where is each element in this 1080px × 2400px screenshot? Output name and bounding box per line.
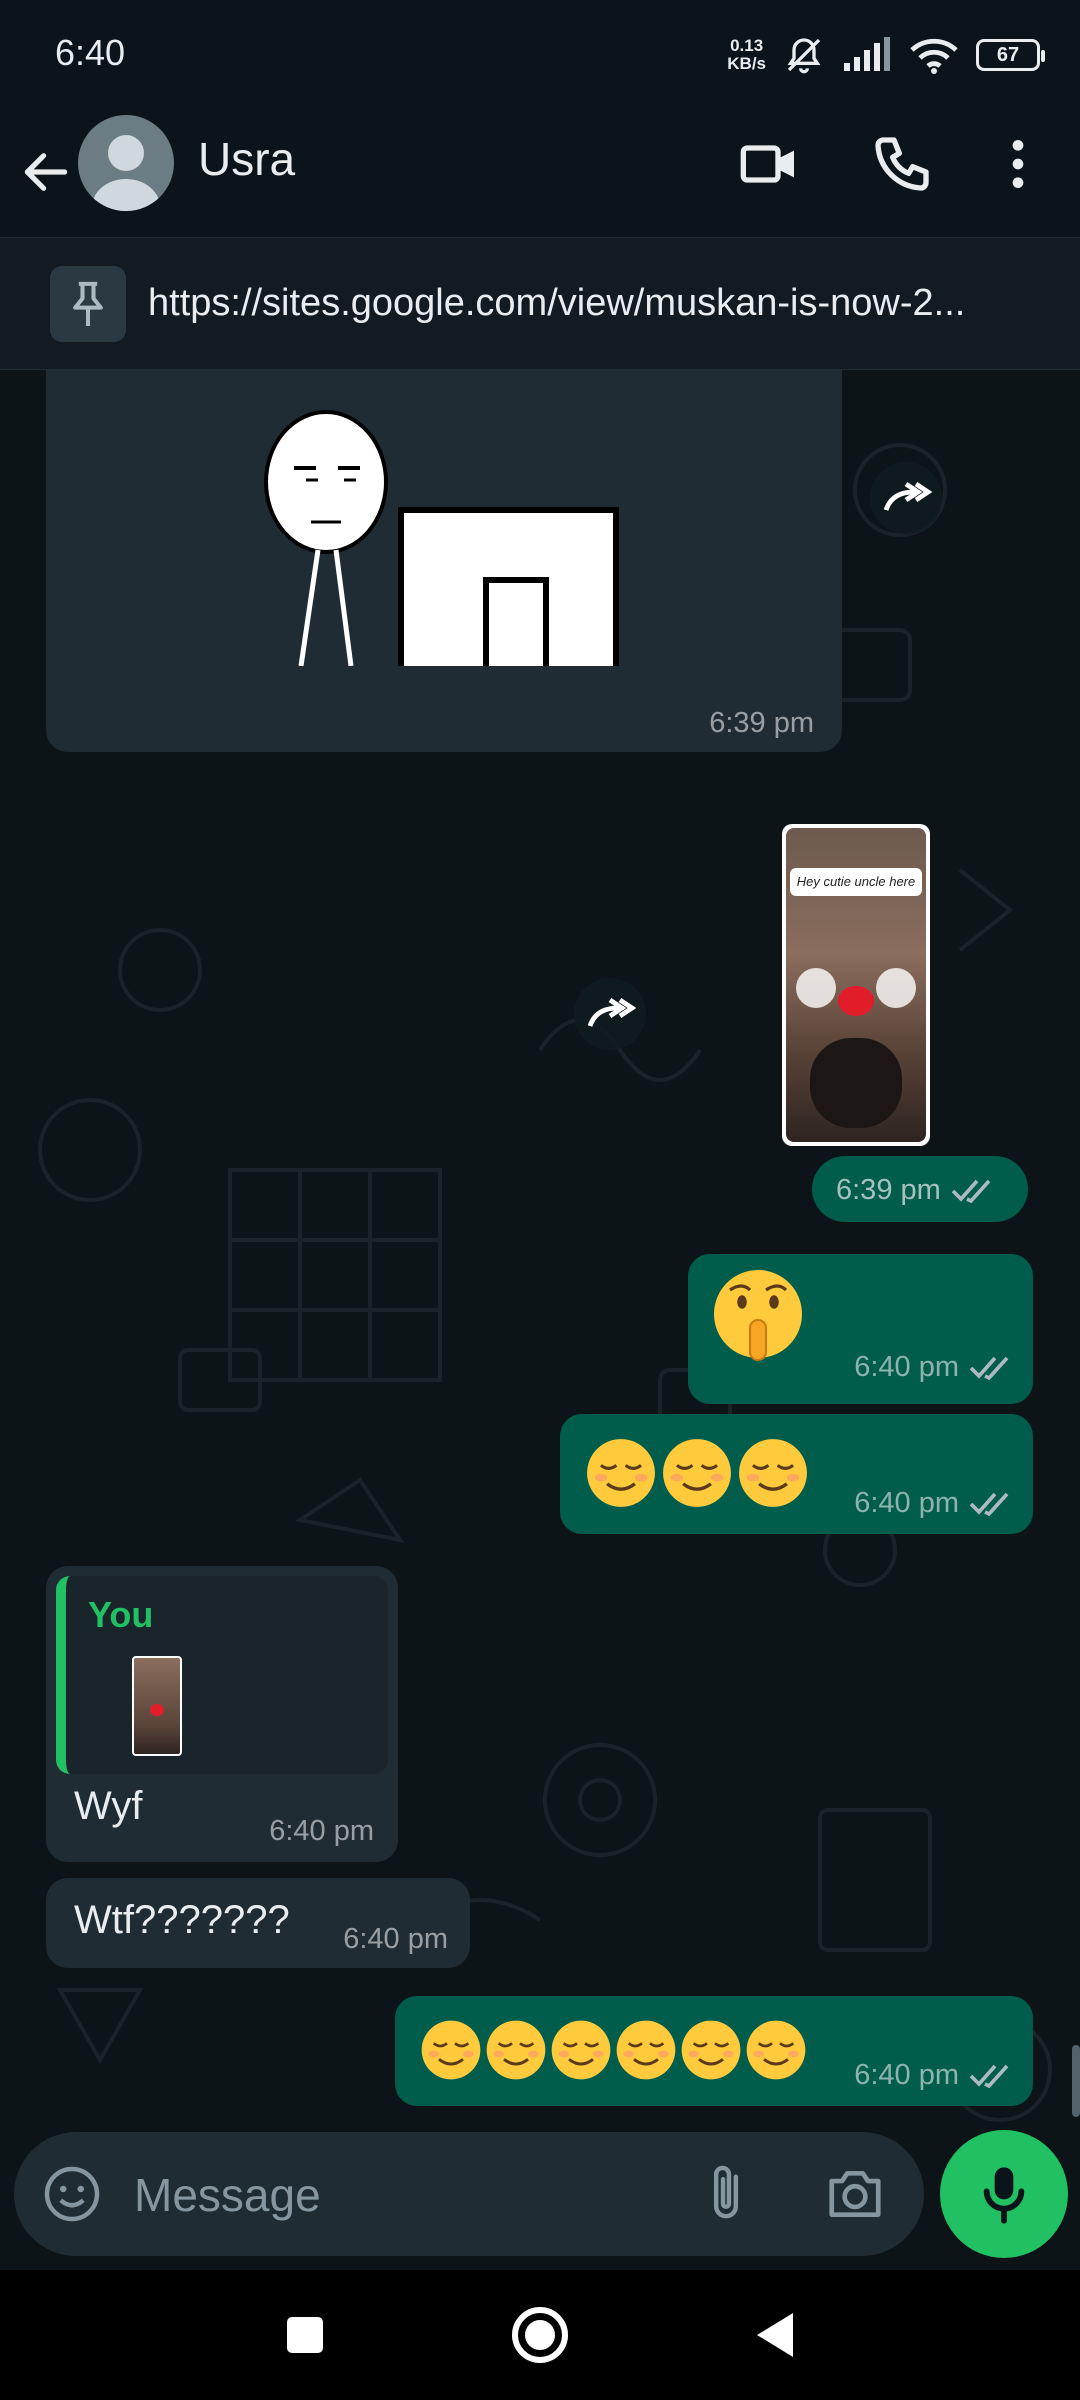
double-tick-icon	[951, 1180, 991, 1204]
sticker-decal	[796, 968, 836, 1008]
signal-icon	[844, 37, 890, 71]
video-call-icon[interactable]	[738, 132, 802, 196]
double-tick-icon	[969, 1357, 1009, 1381]
double-tick-icon	[969, 1493, 1009, 1517]
home-circle-icon	[512, 2307, 568, 2363]
pinned-message-bar[interactable]: https://sites.google.com/view/muskan-is-…	[0, 238, 1080, 370]
clown-nose	[838, 986, 874, 1016]
scrollbar[interactable]	[1072, 2045, 1080, 2117]
battery-indicator: 67	[976, 39, 1045, 71]
incoming-text-message[interactable]: Wtf??????? 6:40 pm	[46, 1878, 470, 1968]
message-time: 6:39 pm	[709, 707, 814, 739]
network-speed: 0.13 KB/s	[727, 36, 766, 73]
attach-icon[interactable]	[700, 2162, 752, 2226]
back-button[interactable]	[740, 2300, 810, 2370]
relieved-face-emoji	[681, 2020, 741, 2080]
meme-image	[256, 390, 676, 666]
voice-call-icon[interactable]	[870, 132, 934, 196]
incoming-image-message[interactable]: 6:39 pm	[46, 370, 842, 752]
relieved-face-emoji	[421, 2020, 481, 2080]
incoming-reply-message[interactable]: You Wyf 6:40 pm	[46, 1566, 398, 1862]
relieved-face-emoji	[587, 1439, 655, 1507]
sticker-caption: Hey cutie uncle here	[790, 868, 922, 896]
message-composer[interactable]: Message	[14, 2132, 924, 2256]
quote-thumbnail	[132, 1656, 182, 1756]
status-time: 6:40	[55, 32, 126, 73]
message-time: 6:40 pm	[854, 1351, 1011, 1384]
status-bar: 6:40 0.13 KB/s 67	[0, 0, 1080, 110]
contact-name[interactable]: Usra	[198, 132, 295, 186]
double-tick-icon	[969, 2065, 1009, 2089]
message-time: 6:39 pm	[836, 1174, 993, 1207]
message-text: Wtf???????	[74, 1898, 290, 1942]
wifi-icon	[910, 38, 958, 74]
more-options-icon[interactable]	[986, 132, 1050, 196]
quoted-message[interactable]: You	[56, 1576, 388, 1774]
chat-header: Usra	[0, 110, 1080, 238]
forward-icon	[883, 482, 932, 511]
relieved-face-emoji	[616, 2020, 676, 2080]
relieved-face-emoji	[746, 2020, 806, 2080]
clown-nose	[150, 1704, 164, 1716]
sticker-decal	[876, 968, 916, 1008]
message-time: 6:40 pm	[854, 1487, 1011, 1520]
home-button[interactable]	[505, 2300, 575, 2370]
message-input[interactable]: Message	[134, 2168, 321, 2222]
forward-button[interactable]	[574, 978, 646, 1050]
relieved-face-emoji	[486, 2020, 546, 2080]
microphone-icon	[983, 2167, 1025, 2224]
relieved-face-emoji-row	[584, 1436, 814, 1512]
recents-button[interactable]	[270, 2300, 340, 2370]
back-arrow-icon[interactable]	[18, 140, 74, 204]
outgoing-sticker-message[interactable]: Hey cutie uncle here	[782, 824, 930, 1146]
quote-author: You	[88, 1594, 154, 1635]
message-time: 6:40 pm	[343, 1923, 448, 1955]
default-avatar-icon	[92, 135, 160, 211]
emoji-icon[interactable]	[42, 2164, 102, 2224]
message-time: 6:40 pm	[854, 2059, 1011, 2092]
relieved-face-emoji	[739, 1439, 807, 1507]
chat-screen: 6:40 0.13 KB/s 67 Usra https://sites.goo…	[0, 0, 1080, 2400]
camera-icon[interactable]	[824, 2164, 886, 2224]
relieved-face-emoji	[551, 2020, 611, 2080]
status-icons: 0.13 KB/s 67	[727, 30, 1045, 80]
relieved-face-emoji-row	[419, 2018, 819, 2084]
sticker-image: Hey cutie uncle here	[786, 828, 926, 1142]
forward-button[interactable]	[870, 462, 942, 534]
message-list[interactable]: 6:39 pm Hey cutie uncle here 6:39 pm 6:4…	[0, 370, 1080, 2270]
avatar[interactable]	[78, 115, 174, 211]
pin-icon	[73, 281, 103, 326]
square-icon	[287, 2317, 323, 2353]
message-time: 6:40 pm	[269, 1815, 374, 1847]
outgoing-emoji-message[interactable]: 6:40 pm	[560, 1414, 1033, 1534]
shushing-face-emoji	[714, 1270, 802, 1361]
forward-icon	[587, 998, 636, 1027]
pin-thumbnail	[50, 266, 126, 342]
system-nav-bar	[0, 2270, 1080, 2400]
sticker-time-pill: 6:39 pm	[812, 1156, 1028, 1222]
bell-off-icon	[787, 38, 821, 74]
outgoing-emoji-message[interactable]: 6:40 pm	[395, 1996, 1033, 2106]
beard	[810, 1038, 902, 1128]
outgoing-emoji-message[interactable]: 6:40 pm	[688, 1254, 1033, 1404]
pinned-message-text: https://sites.google.com/view/muskan-is-…	[148, 282, 966, 324]
message-text: Wyf	[74, 1784, 143, 1828]
voice-record-button[interactable]	[940, 2130, 1068, 2258]
back-triangle-icon	[757, 2313, 793, 2357]
relieved-face-emoji	[663, 1439, 731, 1507]
